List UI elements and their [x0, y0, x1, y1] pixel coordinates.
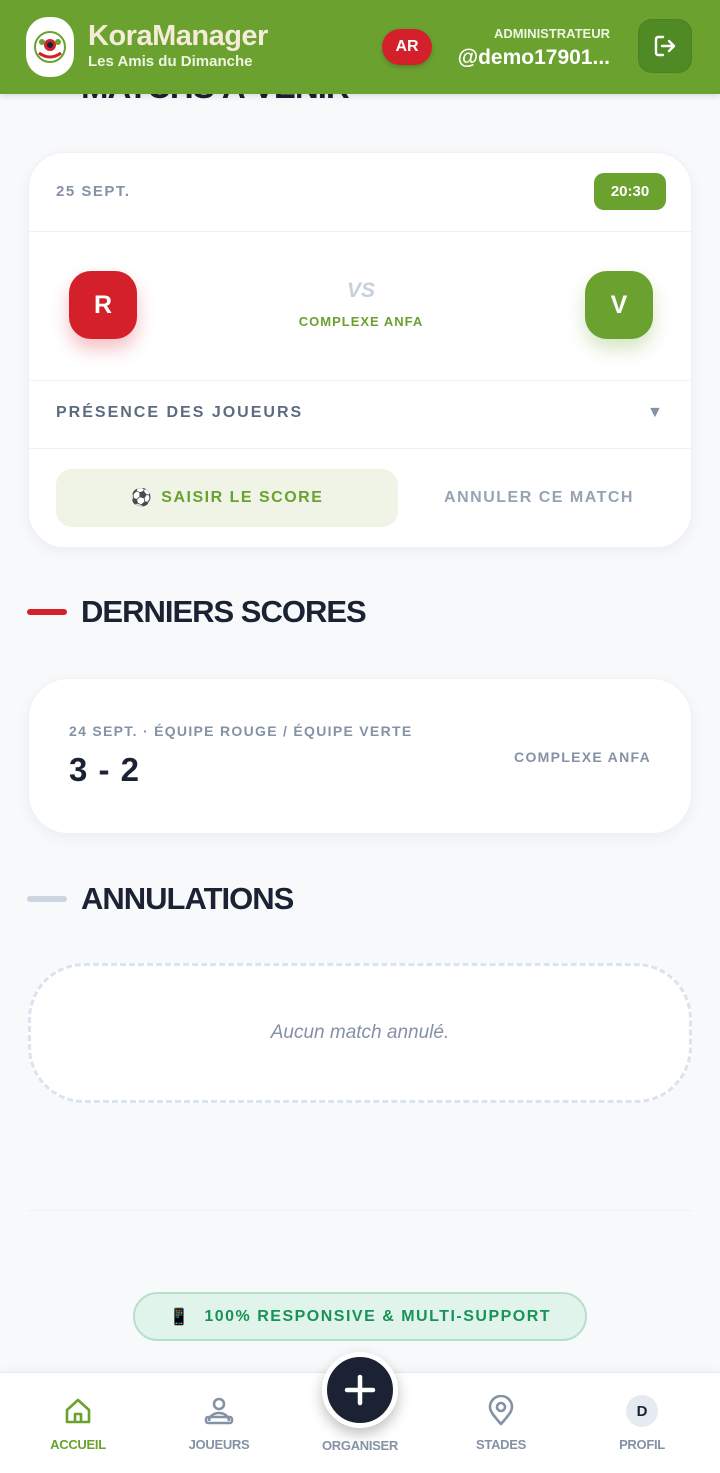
player-presence-toggle[interactable]: PRÉSENCE DES JOUEURS ▼ [29, 381, 693, 449]
profile-avatar-wrapper: D [582, 1395, 702, 1427]
nav-item-joueurs[interactable]: JOUEURS [159, 1373, 279, 1473]
empty-state-text: Aucun match annulé. [270, 1022, 450, 1043]
language-switch-button[interactable]: AR [382, 29, 432, 65]
location-pin-icon [441, 1395, 561, 1427]
app-logo[interactable] [26, 17, 74, 77]
upcoming-match-card: 25 SEPT. 20:30 R VS COMPLEXE ANFA V PRÉS… [28, 152, 692, 548]
cancellations-empty-state: Aucun match annulé. [28, 963, 692, 1103]
section-accent-bar [27, 896, 67, 902]
brand-subtitle: Les Amis du Dimanche [88, 53, 253, 70]
nav-item-profil[interactable]: D PROFIL [582, 1373, 702, 1473]
soccer-ball-icon: ⚽ [130, 488, 154, 507]
logout-icon [654, 35, 676, 57]
plus-icon [344, 1374, 376, 1406]
responsive-badge: 📱 100% RESPONSIVE & MULTI-SUPPORT [133, 1292, 587, 1341]
nav-label: JOUEURS [188, 1437, 250, 1452]
divider [29, 448, 691, 449]
last-scores-title: DERNIERS SCORES [81, 594, 367, 629]
score-meta: 24 SEPT. · ÉQUIPE ROUGE / ÉQUIPE VERTE [69, 723, 413, 739]
home-icon [18, 1395, 138, 1427]
divider [29, 231, 691, 232]
app-header: KoraManager Les Amis du Dimanche AR ADMI… [0, 0, 720, 94]
avatar: D [626, 1395, 658, 1427]
responsive-label: 100% RESPONSIVE & MULTI-SUPPORT [204, 1307, 552, 1325]
section-accent-bar [27, 609, 67, 615]
score-value: 3 - 2 [69, 751, 141, 788]
enter-score-label: SAISIR LE SCORE [161, 489, 324, 506]
organiser-button[interactable] [322, 1352, 398, 1428]
cancel-match-button[interactable]: ANNULER CE MATCH [411, 469, 667, 527]
footer-divider [28, 1210, 692, 1211]
mobile-phone-icon: 📱 [168, 1308, 191, 1326]
match-date: 25 SEPT. [56, 183, 131, 200]
nav-item-accueil[interactable]: ACCUEIL [18, 1373, 138, 1473]
user-role-label: ADMINISTRATEUR [493, 26, 610, 41]
brand-name: KoraManager [88, 20, 268, 52]
club-logo-icon [34, 31, 66, 63]
match-time-badge: 20:30 [594, 173, 666, 210]
enter-score-button[interactable]: ⚽ SAISIR LE SCORE [56, 469, 398, 527]
nav-label: ACCUEIL [50, 1437, 106, 1452]
organiser-label: ORGANISER [321, 1438, 399, 1453]
player-presence-label: PRÉSENCE DES JOUEURS [56, 404, 304, 421]
away-team-badge: V [585, 271, 653, 339]
nav-item-stades[interactable]: STADES [441, 1373, 561, 1473]
cancellations-title: ANNULATIONS [81, 881, 294, 916]
nav-label: PROFIL [619, 1437, 665, 1452]
logout-button[interactable] [638, 19, 692, 73]
score-venue: COMPLEXE ANFA [514, 749, 651, 765]
score-card[interactable]: 24 SEPT. · ÉQUIPE ROUGE / ÉQUIPE VERTE 3… [28, 678, 692, 834]
username: @demo17901... [457, 46, 610, 69]
players-icon [159, 1395, 279, 1427]
chevron-down-icon: ▼ [647, 404, 663, 421]
nav-label: STADES [476, 1437, 526, 1452]
